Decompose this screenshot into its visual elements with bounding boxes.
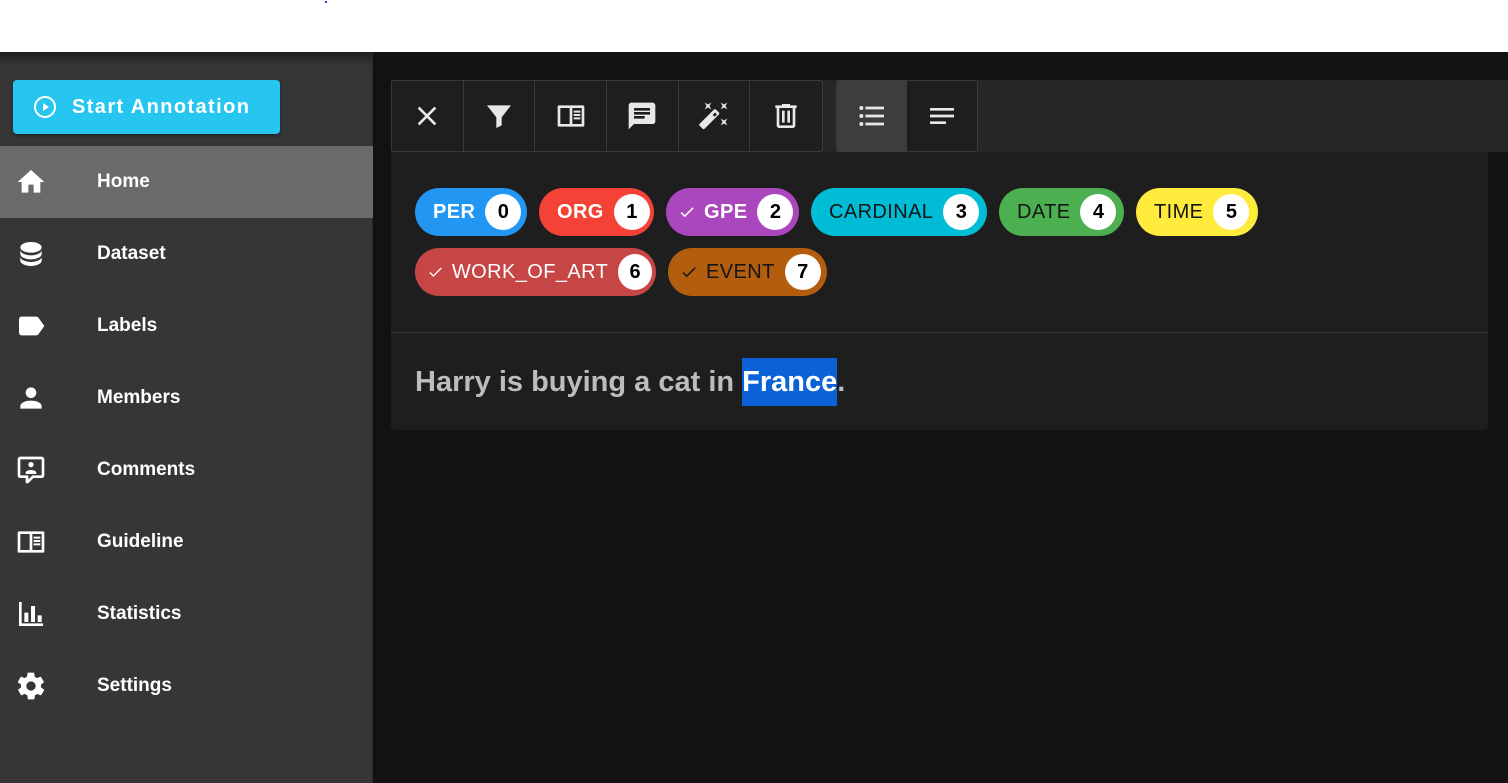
auto-labeling-wand-icon xyxy=(699,102,728,130)
stray-pixel xyxy=(325,1,327,3)
close-button[interactable] xyxy=(392,81,464,151)
cog-icon xyxy=(17,672,45,700)
label-chip-name: EVENT xyxy=(706,260,775,283)
label-chip-name: DATE xyxy=(1017,200,1071,223)
sidebar-shadow xyxy=(0,52,372,66)
label-chip-name: GPE xyxy=(704,200,748,223)
chart-bar-icon xyxy=(19,602,43,626)
label-chip-per[interactable]: PER 0 xyxy=(415,188,527,236)
label-chip-work-of-art[interactable]: WORK_OF_ART 6 xyxy=(415,248,656,296)
sidebar-item-label: Statistics xyxy=(97,603,182,624)
label-chip-shortcut: 1 xyxy=(613,194,650,230)
sidebar-item-label: Guideline xyxy=(97,531,184,552)
label-chip-name: TIME xyxy=(1154,200,1204,223)
sidebar-item-label: Settings xyxy=(97,675,172,696)
sidebar-item-statistics[interactable]: Statistics xyxy=(0,578,373,650)
label-chip-name: PER xyxy=(433,200,476,223)
home-icon xyxy=(17,170,45,193)
filter-icon xyxy=(487,105,511,128)
check-icon xyxy=(682,267,696,278)
comment-button[interactable] xyxy=(607,81,679,151)
sidebar-item-members[interactable]: Members xyxy=(0,362,373,434)
label-chip-shortcut: 6 xyxy=(618,254,652,290)
action-button-group xyxy=(391,80,823,152)
sidebar-item-settings[interactable]: Settings xyxy=(0,650,373,722)
label-chip-name: ORG xyxy=(557,200,604,223)
sidebar-item-home[interactable]: Home xyxy=(0,146,373,218)
sidebar: Start Annotation Home Dataset Labels Mem… xyxy=(0,52,373,783)
account-icon xyxy=(20,387,42,409)
sidebar-item-guideline[interactable]: Guideline xyxy=(0,506,373,578)
sidebar-nav: Home Dataset Labels Members Comments Gui… xyxy=(0,146,373,722)
label-chip-shortcut: 5 xyxy=(1213,194,1250,230)
play-circle-icon xyxy=(34,96,56,118)
start-annotation-button[interactable]: Start Annotation xyxy=(13,80,280,134)
label-icon xyxy=(19,316,45,336)
delete-icon xyxy=(775,104,797,128)
sidebar-item-label: Labels xyxy=(97,315,158,336)
label-chip-cardinal[interactable]: CARDINAL 3 xyxy=(811,188,987,236)
label-chip-shortcut: 4 xyxy=(1080,194,1117,230)
check-icon xyxy=(680,207,694,218)
browser-top-strip xyxy=(0,0,1508,52)
label-chip-date[interactable]: DATE 4 xyxy=(999,188,1124,236)
list-view-button[interactable] xyxy=(837,81,907,151)
guideline-button[interactable] xyxy=(535,81,608,151)
book-open-icon xyxy=(17,531,45,553)
view-button-group xyxy=(836,80,978,152)
text-view-button[interactable] xyxy=(907,81,977,151)
comment-icon xyxy=(629,102,656,130)
label-chip-shortcut: 2 xyxy=(757,194,794,230)
label-chip-shortcut: 0 xyxy=(485,194,522,230)
sidebar-item-label: Dataset xyxy=(97,243,166,264)
label-chip-name: CARDINAL xyxy=(829,200,934,223)
sidebar-item-labels[interactable]: Labels xyxy=(0,290,373,362)
sidebar-item-comments[interactable]: Comments xyxy=(0,434,373,506)
guideline-icon xyxy=(557,105,585,127)
sidebar-item-label: Home xyxy=(97,171,150,192)
start-annotation-label: Start Annotation xyxy=(72,95,251,118)
close-icon xyxy=(417,106,437,126)
label-chip-shortcut: 3 xyxy=(943,194,980,230)
label-chip-event[interactable]: EVENT 7 xyxy=(668,248,827,296)
app-root: Start Annotation Home Dataset Labels Mem… xyxy=(0,52,1508,783)
database-icon xyxy=(20,242,42,266)
sidebar-item-label: Comments xyxy=(97,459,196,480)
label-chip-time[interactable]: TIME 5 xyxy=(1136,188,1258,236)
annotation-card: PER 0 ORG 1 GPE 2 CARDINAL 3 DATE 4 TIME xyxy=(391,152,1488,430)
check-icon xyxy=(429,267,442,277)
sidebar-item-dataset[interactable]: Dataset xyxy=(0,218,373,290)
filter-button[interactable] xyxy=(464,81,536,151)
sidebar-item-label: Members xyxy=(97,387,181,408)
document-text[interactable]: Harry is buying a cat in France. xyxy=(415,358,845,406)
label-chip-gpe[interactable]: GPE 2 xyxy=(666,188,799,236)
text-before-selection[interactable]: Harry is buying a cat in xyxy=(415,366,742,399)
delete-button[interactable] xyxy=(750,81,822,151)
text-view-icon xyxy=(930,108,954,124)
auto-labeling-button[interactable] xyxy=(679,81,751,151)
list-view-icon xyxy=(858,106,884,126)
annotation-toolbar xyxy=(391,80,1508,152)
selected-text[interactable]: France xyxy=(742,358,838,406)
label-chip-shortcut: 7 xyxy=(784,254,821,290)
comment-account-icon xyxy=(17,456,45,484)
text-after-selection[interactable]: . xyxy=(837,366,845,399)
label-chip-org[interactable]: ORG 1 xyxy=(539,188,654,236)
label-chip-name: WORK_OF_ART xyxy=(451,260,609,283)
card-divider xyxy=(391,332,1488,333)
